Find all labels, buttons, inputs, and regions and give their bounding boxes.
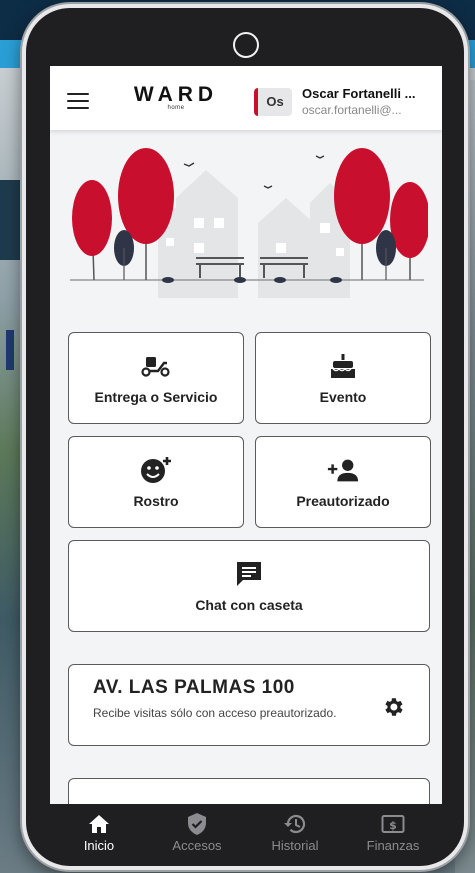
preauthorized-button[interactable]: Preautorizado — [255, 436, 431, 528]
delivery-service-button[interactable]: Entrega o Servicio — [68, 332, 244, 424]
action-label: Evento — [319, 389, 367, 405]
chat-icon — [232, 559, 266, 589]
camera-icon — [233, 32, 259, 58]
app-header: WARD home Os Oscar Fortanelli ... oscar.… — [50, 66, 442, 130]
face-button[interactable]: Rostro — [68, 436, 244, 528]
history-icon — [283, 812, 307, 836]
nav-item-accesos[interactable]: Accesos — [148, 804, 246, 858]
background-sign — [6, 330, 14, 370]
home-icon — [87, 812, 111, 836]
cake-icon — [326, 351, 360, 381]
gear-icon[interactable] — [381, 695, 405, 719]
action-label: Rostro — [133, 493, 179, 509]
nav-label: Finanzas — [366, 838, 420, 853]
nav-item-historial[interactable]: Historial — [246, 804, 344, 858]
money-icon: $ — [381, 812, 405, 836]
bottom-navigation: Inicio Accesos Historial $ Finanzas — [50, 804, 442, 858]
person-add-icon — [326, 455, 360, 485]
nav-label: Inicio — [83, 838, 115, 853]
property-card[interactable]: AV. LAS PALMAS 100 Recibe visitas sólo c… — [68, 664, 430, 746]
user-name[interactable]: Oscar Fortanelli ... — [302, 86, 436, 101]
app-screen: WARD home Os Oscar Fortanelli ... oscar.… — [50, 66, 442, 858]
shield-check-icon — [185, 812, 209, 836]
nav-item-finanzas[interactable]: $ Finanzas — [344, 804, 442, 858]
hamburger-menu-icon[interactable] — [67, 93, 89, 109]
nav-label: Accesos — [172, 838, 222, 853]
logo-text: WARD — [133, 83, 219, 106]
scooter-icon — [139, 351, 173, 381]
nav-label: Historial — [271, 838, 319, 853]
action-label: Chat con caseta — [195, 597, 303, 613]
property-title: AV. LAS PALMAS 100 — [93, 677, 295, 698]
avatar[interactable]: Os — [254, 88, 292, 116]
action-label: Entrega o Servicio — [94, 389, 218, 405]
svg-text:$: $ — [389, 819, 397, 832]
user-email: oscar.fortanelli@... — [302, 103, 402, 117]
event-button[interactable]: Evento — [255, 332, 431, 424]
property-description: Recibe visitas sólo con acceso preautori… — [93, 706, 337, 720]
face-add-icon — [139, 455, 173, 485]
ward-logo: WARD home — [130, 83, 222, 112]
action-label: Preautorizado — [296, 493, 390, 509]
neighborhood-illustration — [70, 148, 428, 298]
nav-item-inicio[interactable]: Inicio — [50, 804, 148, 858]
phone-frame: WARD home Os Oscar Fortanelli ... oscar.… — [22, 4, 468, 870]
chat-guardhouse-button[interactable]: Chat con caseta — [68, 540, 430, 632]
